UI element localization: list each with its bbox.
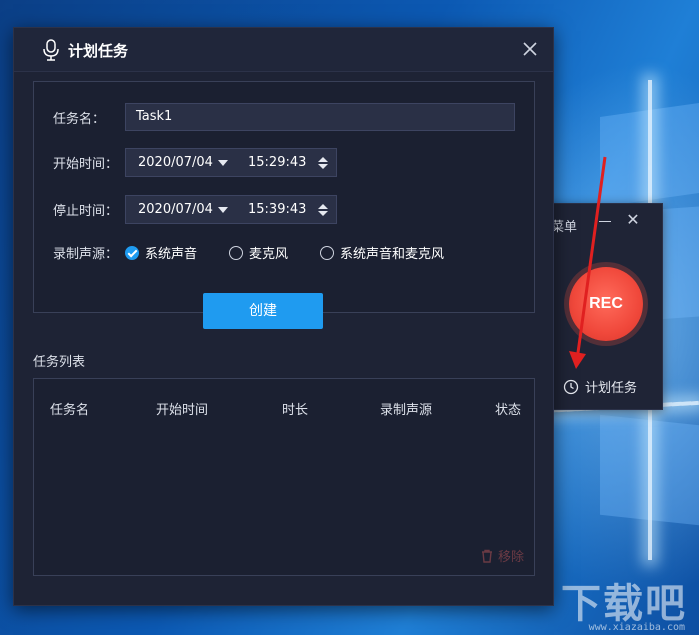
column-header: 时长 [282,403,309,418]
stop-time-label: 停止时间： [53,204,119,219]
watermark-logo: 下载吧 [561,581,687,627]
task-name-input[interactable]: Task1 [125,103,515,131]
stop-datetime-picker[interactable]: 2020/07/04 15:39:43 [125,195,337,224]
start-time-label: 开始时间： [53,157,119,172]
task-name-row: 任务名： Task1 [53,103,515,131]
clock-icon [563,379,579,394]
start-date-value[interactable]: 2020/07/04 [138,155,213,170]
watermark-url: www.xiazaiba.com [588,622,685,633]
trash-icon [481,549,492,563]
spin-up-icon[interactable] [318,156,328,162]
spin-up-icon[interactable] [318,203,328,209]
audio-source-row: 录制声源： 系统声音 麦克风 系统声音和麦克风 [53,243,476,262]
microphone-icon [43,39,59,61]
dialog-titlebar[interactable]: 计划任务 [14,28,553,72]
radio-microphone[interactable]: 麦克风 [229,243,288,262]
task-form: 任务名： Task1 开始时间： 2020/07/04 15:29:43 停止时… [33,81,535,313]
task-list-title: 任务列表 [33,355,86,370]
schedule-task-dialog: 计划任务 任务名： Task1 开始时间： 2020/07/04 15:29:4… [13,27,554,606]
spin-down-icon[interactable] [318,210,328,216]
radio-label: 系统声音 [145,247,198,262]
create-button[interactable]: 创建 [203,293,323,329]
spin-down-icon[interactable] [318,163,328,169]
stop-time-value[interactable]: 15:39:43 [248,202,310,217]
task-list: 任务名 开始时间 时长 录制声源 状态 移除 [33,378,535,576]
chevron-down-icon[interactable] [218,206,228,213]
annotation-arrow [569,156,607,369]
start-datetime-picker[interactable]: 2020/07/04 15:29:43 [125,148,337,177]
column-header: 开始时间 [156,403,209,418]
close-icon[interactable] [521,40,539,58]
remove-label: 移除 [497,550,524,565]
radio-unchecked-icon[interactable] [320,245,335,260]
chevron-down-icon[interactable] [218,159,228,166]
radio-unchecked-icon[interactable] [229,245,244,260]
radio-label: 麦克风 [249,247,289,262]
remove-button[interactable]: 移除 [480,546,524,565]
radio-label: 系统声音和麦克风 [340,247,445,262]
task-name-label: 任务名： [53,111,106,127]
time-spinner[interactable] [318,156,328,169]
stop-date-value[interactable]: 2020/07/04 [138,202,213,217]
stop-time-row: 停止时间： 2020/07/04 15:39:43 [53,195,337,224]
task-list-header: 任务名 开始时间 时长 录制声源 状态 [34,399,534,419]
audio-source-group: 系统声音 麦克风 系统声音和麦克风 [125,243,476,262]
audio-source-label: 录制声源： [53,247,119,262]
column-header: 任务名 [50,403,90,418]
radio-checked-icon[interactable] [125,245,139,260]
dialog-title: 计划任务 [68,42,129,60]
radio-system-and-microphone[interactable]: 系统声音和麦克风 [320,243,444,262]
radio-system-audio[interactable]: 系统声音 [125,243,197,262]
time-spinner[interactable] [318,203,328,216]
start-time-row: 开始时间： 2020/07/04 15:29:43 [53,148,337,177]
column-header: 录制声源 [380,403,433,418]
column-header: 状态 [495,403,522,418]
start-time-value[interactable]: 15:29:43 [248,155,310,170]
close-icon[interactable]: ✕ [625,212,641,228]
